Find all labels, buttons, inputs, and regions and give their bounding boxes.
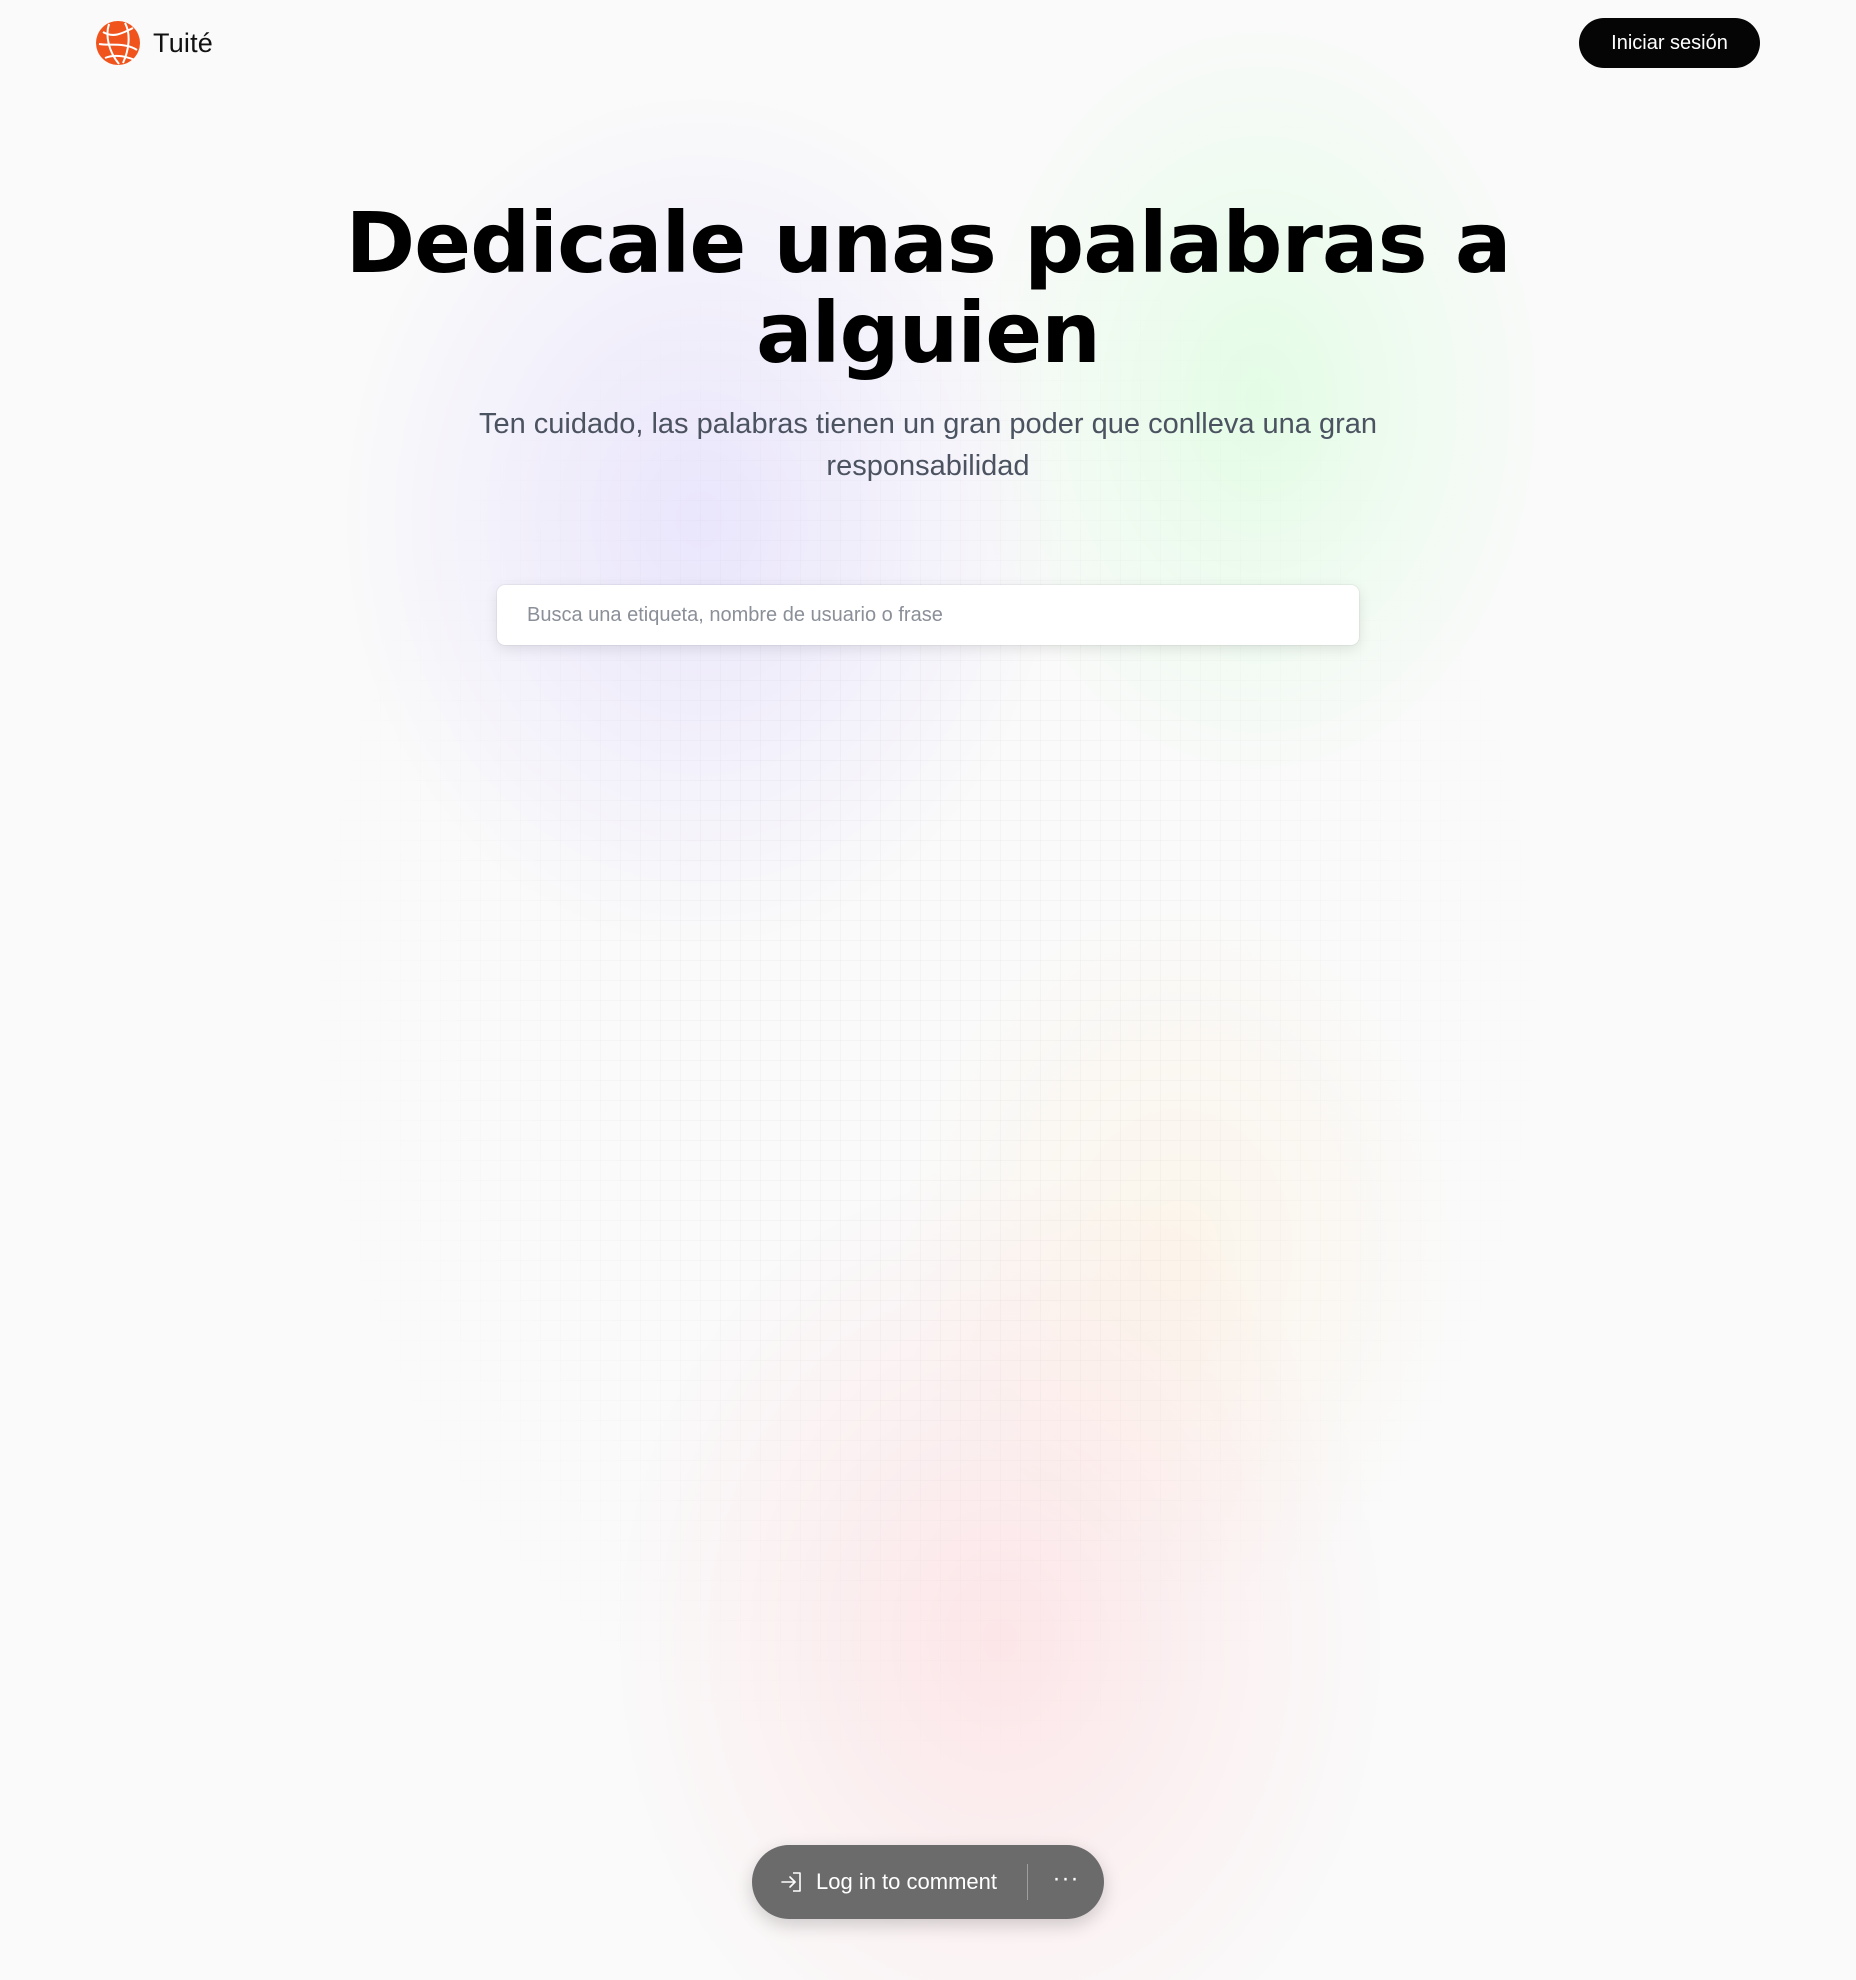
- login-button[interactable]: Iniciar sesión: [1579, 18, 1760, 68]
- login-arrow-icon: [781, 1872, 801, 1892]
- top-bar: Tuité Iniciar sesión: [0, 0, 1856, 90]
- brand-name: Tuité: [153, 27, 214, 58]
- login-to-comment-button[interactable]: Log in to comment: [752, 1845, 1027, 1919]
- more-dots-icon[interactable]: ···: [1028, 1845, 1104, 1919]
- hero-subtitle: Ten cuidado, las palabras tienen un gran…: [478, 408, 1378, 482]
- globe-logo-icon: [96, 21, 140, 65]
- search-input[interactable]: [497, 585, 1359, 645]
- hero-title: Dedicale unas palabras a alguien: [345, 194, 1511, 382]
- comment-bar: Log in to comment ···: [752, 1845, 1104, 1919]
- search-box: [497, 585, 1359, 645]
- login-to-comment-label: Log in to comment: [816, 1869, 997, 1894]
- brand-home-link[interactable]: Tuité: [95, 20, 213, 66]
